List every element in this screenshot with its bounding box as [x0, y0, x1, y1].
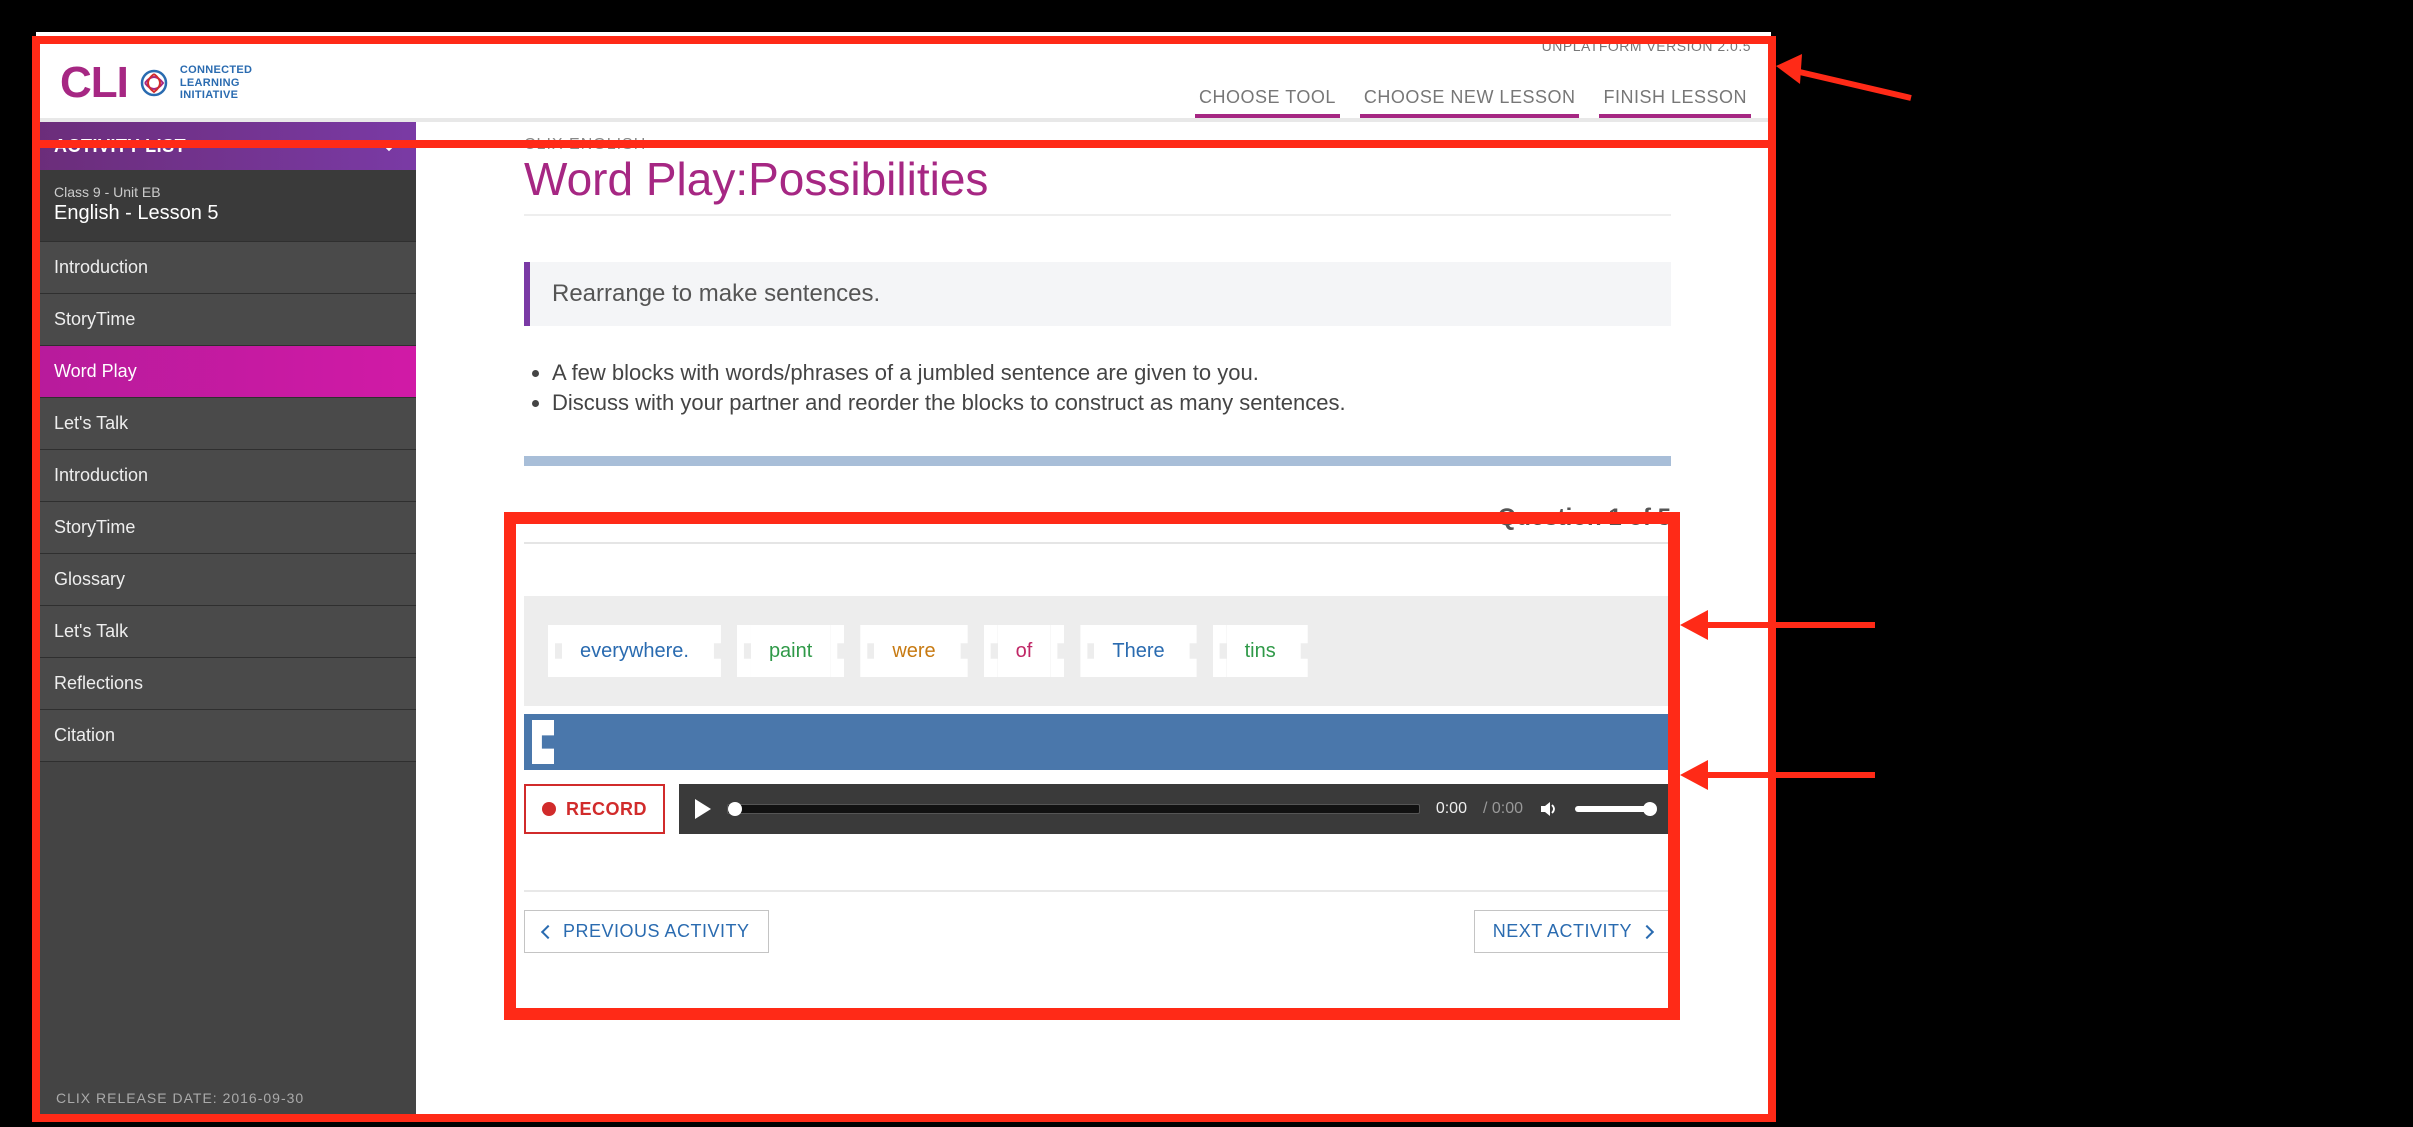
- nav-finish-lesson[interactable]: FINISH LESSON: [1599, 79, 1751, 118]
- sidebar-item[interactable]: Reflections: [36, 658, 416, 710]
- sentence-drop-zone[interactable]: [524, 714, 1671, 770]
- record-icon: [542, 802, 556, 816]
- word-block[interactable]: were: [874, 625, 953, 677]
- seek-handle[interactable]: [728, 802, 742, 816]
- sidebar-item[interactable]: Introduction: [36, 242, 416, 294]
- audio-row: RECORD 0:00 / 0:00: [524, 784, 1671, 834]
- volume-icon[interactable]: [1539, 799, 1559, 819]
- logo-text: CLI: [60, 58, 128, 108]
- volume-slider[interactable]: [1575, 806, 1655, 812]
- chevron-down-icon: [380, 137, 398, 155]
- current-time: 0:00: [1436, 800, 1467, 818]
- question-counter: Question 1 of 5: [524, 484, 1671, 544]
- sidebar-item[interactable]: StoryTime: [36, 502, 416, 554]
- sidebar-item[interactable]: Introduction: [36, 450, 416, 502]
- app-window: UNPLATFORM VERSION 2.0.5 CLI CONNECTED L…: [36, 32, 1771, 1122]
- main-panel: CLIX ENGLISH Word Play:Possibilities Rea…: [416, 122, 1771, 1122]
- activity-nav: PREVIOUS ACTIVITY NEXT ACTIVITY: [524, 890, 1671, 961]
- record-button[interactable]: RECORD: [524, 784, 665, 834]
- embed-top-rule: [524, 456, 1671, 466]
- word-block[interactable]: everywhere.: [562, 625, 707, 677]
- version-label: UNPLATFORM VERSION 2.0.5: [1542, 38, 1751, 54]
- app-header: UNPLATFORM VERSION 2.0.5 CLI CONNECTED L…: [36, 32, 1771, 122]
- nav-choose-new-lesson[interactable]: CHOOSE NEW LESSON: [1360, 79, 1580, 118]
- word-block[interactable]: There: [1094, 625, 1182, 677]
- lesson-meta-class: Class 9 - Unit EB: [54, 184, 398, 200]
- word-block[interactable]: paint: [751, 625, 830, 677]
- chevron-right-icon: [1640, 924, 1654, 938]
- nav-choose-tool[interactable]: CHOOSE TOOL: [1195, 79, 1340, 118]
- record-label: RECORD: [566, 799, 647, 820]
- sidebar-item[interactable]: StoryTime: [36, 294, 416, 346]
- lesson-meta-title: English - Lesson 5: [54, 202, 398, 225]
- word-block[interactable]: of: [998, 625, 1051, 677]
- word-tray[interactable]: everywhere. paint wereof There tins: [524, 596, 1671, 706]
- seek-bar[interactable]: [727, 804, 1420, 814]
- logo-subtitle: CONNECTED LEARNING INITIATIVE: [180, 64, 252, 102]
- instruction-callout: Rearrange to make sentences.: [524, 262, 1671, 326]
- instruction-bullets: A few blocks with words/phrases of a jum…: [524, 360, 1671, 420]
- annotation-arrow-header: [1776, 48, 1916, 108]
- page-title: Word Play:Possibilities: [524, 152, 1671, 206]
- chevron-left-icon: [541, 924, 555, 938]
- top-nav: CHOOSE TOOL CHOOSE NEW LESSON FINISH LES…: [1195, 79, 1751, 118]
- duration: / 0:00: [1483, 800, 1523, 818]
- play-icon[interactable]: [695, 799, 711, 819]
- activity-list-header[interactable]: ACTIVITY LIST: [36, 122, 416, 170]
- sidebar-item[interactable]: Word Play: [36, 346, 416, 398]
- audio-player: 0:00 / 0:00: [679, 784, 1671, 834]
- sidebar-item[interactable]: Citation: [36, 710, 416, 762]
- previous-activity-button[interactable]: PREVIOUS ACTIVITY: [524, 910, 769, 953]
- sidebar-item[interactable]: Let's Talk: [36, 398, 416, 450]
- word-block[interactable]: tins: [1227, 625, 1294, 677]
- bullet-item: A few blocks with words/phrases of a jum…: [552, 360, 1671, 386]
- body-split: ACTIVITY LIST Class 9 - Unit EB English …: [36, 122, 1771, 1122]
- logo[interactable]: CLI CONNECTED LEARNING INITIATIVE: [60, 58, 252, 108]
- prev-label: PREVIOUS ACTIVITY: [563, 921, 750, 942]
- sidebar-item[interactable]: Let's Talk: [36, 606, 416, 658]
- next-label: NEXT ACTIVITY: [1493, 921, 1632, 942]
- release-date: CLIX RELEASE DATE: 2016-09-30: [36, 1074, 416, 1122]
- sidebar-item[interactable]: Glossary: [36, 554, 416, 606]
- lesson-meta: Class 9 - Unit EB English - Lesson 5: [36, 170, 416, 242]
- next-activity-button[interactable]: NEXT ACTIVITY: [1474, 910, 1671, 953]
- sidebar: ACTIVITY LIST Class 9 - Unit EB English …: [36, 122, 416, 1122]
- bullet-item: Discuss with your partner and reorder th…: [552, 390, 1671, 416]
- activity-list-label: ACTIVITY LIST: [54, 136, 186, 157]
- sidebar-items: IntroductionStoryTimeWord PlayLet's Talk…: [36, 242, 416, 762]
- knot-icon: [138, 67, 170, 99]
